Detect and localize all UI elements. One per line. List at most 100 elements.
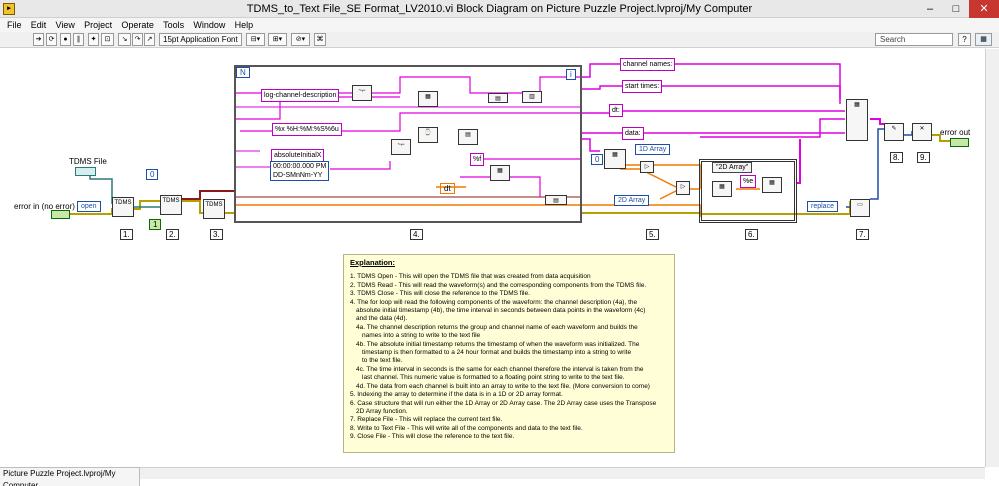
time-default-constant[interactable]: 00:00:00.000 PM DD-SMnNm-YY <box>270 161 330 181</box>
case-1d-selector[interactable]: 1D Array <box>635 144 671 155</box>
vi-icon[interactable]: ▦ <box>975 33 992 46</box>
run-continuously-icon[interactable]: ⟳ <box>46 33 57 46</box>
highlight-execution-icon[interactable]: ✦ <box>88 33 99 46</box>
pause-icon[interactable]: ∥ <box>73 33 84 46</box>
search-input[interactable]: Search <box>875 33 953 46</box>
format-e-constant[interactable]: %e <box>740 175 757 188</box>
menu-file[interactable]: File <box>7 18 22 32</box>
explanation-heading: Explanation: <box>350 258 396 267</box>
dt-constant[interactable]: dt: <box>609 104 623 117</box>
menu-help[interactable]: Help <box>235 18 254 32</box>
help-button[interactable]: ? <box>958 33 971 46</box>
read-index-constant[interactable]: 0 <box>146 169 159 180</box>
title-bar: ▸ TDMS_to_Text File_SE Format_LV2010.vi … <box>0 0 999 18</box>
start-times-constant[interactable]: start times: <box>622 80 663 93</box>
close-button[interactable]: ✕ <box>969 0 999 18</box>
explanation-line: and the data (4d). <box>356 315 408 323</box>
build-array-node-d[interactable]: ▤ <box>545 195 567 205</box>
step-4-label: 4. <box>410 229 423 240</box>
tdms-file-terminal[interactable] <box>75 167 96 176</box>
build-array-node-c[interactable]: ▤ <box>458 129 478 145</box>
explanation-line: 8. Write to Text File - This will write … <box>350 424 583 432</box>
close-file-node[interactable]: ✕ <box>912 123 932 141</box>
window-title: TDMS_to_Text File_SE Format_LV2010.vi Bl… <box>246 3 753 15</box>
explanation-line: 1. TDMS Open - This will open the TDMS f… <box>350 273 591 281</box>
reorder-icon[interactable]: ⊘▾ <box>291 33 310 46</box>
index-array-node[interactable]: ▦ <box>604 149 626 169</box>
open-replace-file-node[interactable]: ▭ <box>850 199 870 217</box>
font-selector[interactable]: 15pt Application Font <box>159 33 242 46</box>
concatenate-strings-node[interactable]: ▦ <box>418 91 438 107</box>
step-into-icon[interactable]: ↘ <box>118 33 131 46</box>
run-arrow-icon[interactable]: ➔ <box>33 33 44 46</box>
menu-tools[interactable]: Tools <box>163 18 184 32</box>
explanation-line: 9. Close File - This will close the refe… <box>350 433 515 441</box>
error-out-terminal[interactable] <box>950 138 969 147</box>
build-array-node-b[interactable]: ▥ <box>522 91 542 103</box>
format-f-constant[interactable]: %f <box>470 153 485 166</box>
equal-compare-node[interactable]: ▷ <box>640 161 654 173</box>
step-6-label: 6. <box>745 229 758 240</box>
tdms-read-node[interactable]: TDMS <box>160 195 182 215</box>
for-loop-count-terminal[interactable]: N <box>236 67 250 78</box>
tdms-open-node[interactable]: TDMS <box>112 197 134 217</box>
get-waveform-attribute-node[interactable]: ~⌐ <box>352 85 372 101</box>
abort-icon[interactable]: ● <box>60 33 71 46</box>
explanation-note[interactable]: Explanation: 1. TDMS Open - This will op… <box>343 254 675 453</box>
explanation-line: 2. TDMS Read - This will read the wavefo… <box>350 281 647 289</box>
build-array-node-a[interactable]: ▤ <box>488 93 508 103</box>
data-constant[interactable]: data: <box>622 127 644 140</box>
format-datetime-node[interactable]: ⌚ <box>418 127 438 143</box>
explanation-line: 4b. The absolute initial timestamp retur… <box>356 340 640 348</box>
concatenate-all-strings-node[interactable]: ▦ <box>846 99 868 141</box>
menu-operate[interactable]: Operate <box>121 18 154 32</box>
write-text-file-node[interactable]: ✎ <box>884 123 904 141</box>
menu-window[interactable]: Window <box>193 18 225 32</box>
menu-project[interactable]: Project <box>84 18 112 32</box>
error-out-label: error out <box>940 128 971 137</box>
explanation-line: 6. Case structure that will run either t… <box>350 399 657 407</box>
block-diagram[interactable]: TDMS File error in (no error) open TDMS … <box>0 49 985 467</box>
replace-mode-constant[interactable]: replace <box>807 201 838 212</box>
minimize-button[interactable]: – <box>917 0 943 18</box>
explanation-line: last channel. This numeric value is form… <box>362 374 625 382</box>
case-selector-label[interactable]: "2D Array" <box>712 162 753 173</box>
channel-names-constant[interactable]: channel names: <box>620 58 676 71</box>
explanation-line: 4d. The data from each channel is built … <box>356 382 650 390</box>
explanation-line: absolute initial timestamp (4b), the tim… <box>356 307 646 315</box>
step-over-icon[interactable]: ↷ <box>132 33 143 46</box>
get-waveform-components-node[interactable]: ~⌐ <box>391 139 411 155</box>
constant-one[interactable]: 1 <box>149 219 162 230</box>
explanation-line: 3. TDMS Close - This will close the refe… <box>350 290 530 298</box>
step-9-label: 9. <box>917 152 930 163</box>
log-channel-constant[interactable]: log-channel-description <box>261 89 340 102</box>
vertical-scrollbar[interactable] <box>985 49 999 467</box>
explanation-line: timestamp is then formatted to a 24 hour… <box>362 349 632 357</box>
error-in-terminal[interactable] <box>51 210 70 219</box>
cleanup-diagram-icon[interactable]: ⌘ <box>314 33 326 46</box>
explanation-line: 4c. The time interval in seconds is the … <box>356 365 644 373</box>
menu-bar: File Edit View Project Operate Tools Win… <box>0 18 999 32</box>
dt-indicator[interactable]: dt <box>440 183 455 194</box>
menu-edit[interactable]: Edit <box>31 18 47 32</box>
time-default-line1: 00:00:00.000 PM <box>273 163 327 170</box>
transpose-2d-array-node[interactable]: ▦ <box>712 181 732 197</box>
step-out-icon[interactable]: ↗ <box>144 33 155 46</box>
align-objects-icon[interactable]: ⊟▾ <box>246 33 265 46</box>
case-2d-selector[interactable]: 2D Array <box>614 195 650 206</box>
step-3-label: 3. <box>210 229 223 240</box>
time-format-constant[interactable]: %x %H:%M:%S%6u <box>272 123 342 136</box>
retain-wire-values-icon[interactable]: ⊡ <box>101 33 114 46</box>
select-node[interactable]: ▷ <box>676 181 690 195</box>
horizontal-scrollbar[interactable] <box>140 467 985 479</box>
open-mode-constant[interactable]: open <box>77 201 101 212</box>
array-to-spreadsheet-node[interactable]: ▦ <box>762 177 782 193</box>
menu-view[interactable]: View <box>56 18 75 32</box>
explanation-line: 4a. The channel description returns the … <box>356 323 638 331</box>
format-into-string-node[interactable]: ▦ <box>490 165 510 181</box>
tdms-close-node[interactable]: TDMS <box>203 199 225 219</box>
index-zero-constant[interactable]: 0 <box>591 154 604 165</box>
maximize-button[interactable]: □ <box>943 0 969 18</box>
for-loop-iteration-terminal[interactable]: i <box>566 69 576 80</box>
distribute-objects-icon[interactable]: ⊞▾ <box>268 33 287 46</box>
